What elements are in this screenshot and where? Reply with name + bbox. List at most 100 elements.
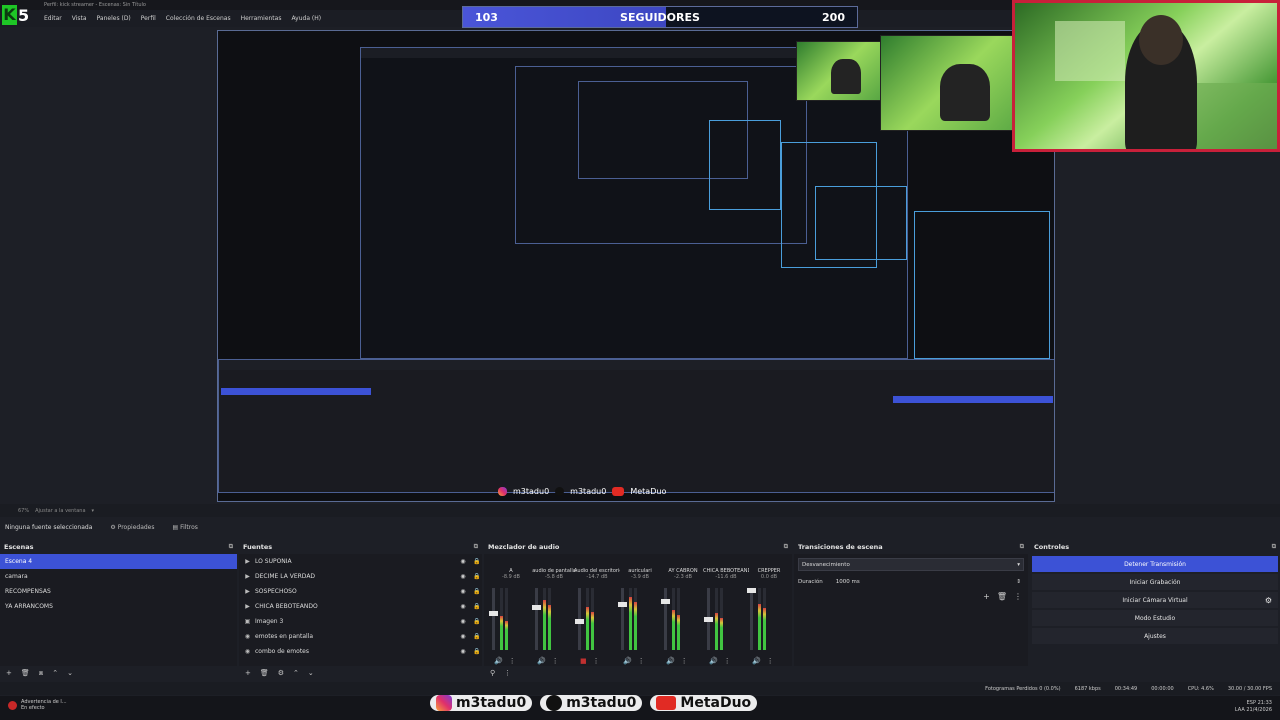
lock-icon[interactable]: 🔒 — [472, 558, 482, 565]
lock-icon[interactable]: 🔒 — [472, 633, 482, 640]
browser-icon: ◉ — [244, 633, 251, 640]
scene-item[interactable]: RECOMPENSAS — [0, 584, 237, 599]
menu-herramientas[interactable]: Herramientas — [241, 15, 282, 22]
virtual-camera-button[interactable]: Iniciar Cámara Virtual ⚙ — [1032, 592, 1278, 608]
volume-icon[interactable]: ■ — [580, 657, 587, 665]
add-transition-icon[interactable]: + — [983, 592, 990, 601]
menu-paneles[interactable]: Paneles (D) — [97, 15, 131, 22]
lock-icon[interactable]: 🔒 — [472, 618, 482, 625]
studio-mode-button[interactable]: Modo Estudio — [1032, 610, 1278, 626]
lock-icon[interactable]: 🔒 — [472, 588, 482, 595]
scene-item[interactable]: YA ARRANCOMS — [0, 599, 237, 614]
channel-menu-icon[interactable]: ⋮ — [724, 657, 731, 665]
volume-fader[interactable] — [489, 588, 498, 650]
volume-fader[interactable] — [661, 588, 670, 650]
mixer-channel: auriculari -3.9 dB 🔊 ⋮ — [617, 568, 663, 678]
volume-fader[interactable] — [704, 588, 713, 650]
source-item[interactable]: ▣ Imagen 3 ◉ 🔒 — [239, 614, 482, 629]
menu-coleccion[interactable]: Colección de Escenas — [166, 15, 231, 22]
zoom-label[interactable]: Ajustar a la ventana — [35, 508, 85, 514]
transition-type-select[interactable]: Desvanecimiento ▾ — [798, 558, 1024, 571]
source-settings-icon[interactable]: ⚙ — [278, 669, 284, 677]
system-tray[interactable]: ESP 21:33 LAA 21/4/2026 — [1235, 700, 1272, 714]
status-bar: Fotogramas Perdidos 0 (0.0%) 6187 kbps 0… — [0, 682, 1280, 695]
instagram-handle: m3tadu0 — [430, 695, 533, 711]
remove-scene-icon[interactable]: 🗑 — [21, 669, 30, 677]
mixer-channel: A -8.9 dB 🔊 ⋮ — [488, 568, 534, 678]
eye-icon[interactable]: ◉ — [458, 648, 468, 655]
filters-button[interactable]: ▤ Filtros — [173, 524, 198, 531]
gear-icon[interactable]: ⚙ — [1265, 596, 1272, 605]
menu-ayuda[interactable]: Ayuda (H) — [291, 15, 321, 22]
mixer-link-icon[interactable]: ⚲ — [490, 669, 495, 677]
lock-icon[interactable]: 🔒 — [472, 648, 482, 655]
volume-icon[interactable]: 🔊 — [709, 657, 718, 665]
eye-icon[interactable]: ◉ — [458, 603, 468, 610]
menu-editar[interactable]: Editar — [44, 15, 62, 22]
add-scene-icon[interactable]: + — [6, 669, 12, 677]
add-source-icon[interactable]: + — [245, 669, 251, 677]
preview-canvas[interactable]: m3tadu0 m3tadu0 MetaDuo — [217, 30, 1055, 502]
scene-item[interactable]: camara — [0, 569, 237, 584]
follower-label: SEGUIDORES — [620, 10, 700, 24]
eye-icon[interactable]: ◉ — [458, 618, 468, 625]
eye-icon[interactable]: ◉ — [458, 588, 468, 595]
source-item[interactable]: ▶ DECIME LA VERDAD ◉ 🔒 — [239, 569, 482, 584]
settings-button[interactable]: Ajustes — [1032, 628, 1278, 644]
chevron-down-icon[interactable]: ▾ — [92, 508, 95, 514]
channel-menu-icon[interactable]: ⋮ — [593, 657, 600, 665]
channel-menu-icon[interactable]: ⋮ — [638, 657, 645, 665]
volume-icon[interactable]: 🔊 — [494, 657, 503, 665]
volume-icon[interactable]: 🔊 — [666, 657, 675, 665]
channel-menu-icon[interactable]: ⋮ — [767, 657, 774, 665]
dock-options-icon[interactable]: ⧉ — [229, 543, 233, 551]
dock-options-icon[interactable]: ⧉ — [474, 543, 478, 551]
source-item[interactable]: ◉ combo de emotes ◉ 🔒 — [239, 644, 482, 659]
volume-fader[interactable] — [532, 588, 541, 650]
eye-icon[interactable]: ◉ — [458, 573, 468, 580]
volume-fader[interactable] — [618, 588, 627, 650]
eye-icon[interactable]: ◉ — [458, 633, 468, 640]
move-down-icon[interactable]: ⌄ — [308, 669, 314, 677]
channel-menu-icon[interactable]: ⋮ — [552, 657, 559, 665]
scene-item[interactable]: Escena 4 — [0, 554, 237, 569]
lock-icon[interactable]: 🔒 — [472, 603, 482, 610]
channel-menu-icon[interactable]: ⋮ — [681, 657, 688, 665]
dock-options-icon[interactable]: ⧉ — [1272, 543, 1276, 551]
sources-list: ▶ LO SUPONIA ◉ 🔒 ▶ DECIME LA VERDAD ◉ 🔒 ▶ SOSPECH… — [239, 554, 482, 666]
mixer-menu-icon[interactable]: ⋮ — [504, 669, 511, 677]
zoom-value[interactable]: 67% — [18, 508, 29, 514]
stepper-icon[interactable]: ⇕ — [1016, 579, 1021, 585]
dock-options-icon[interactable]: ⧉ — [784, 543, 788, 551]
dock-options-icon[interactable]: ⧉ — [1020, 543, 1024, 551]
source-item[interactable]: ▶ CHICA BEBOTEANDO ◉ 🔒 — [239, 599, 482, 614]
volume-fader[interactable] — [575, 588, 584, 650]
duration-input[interactable]: 1000 ms ⇕ — [833, 575, 1024, 588]
folder-icon: ▶ — [245, 573, 250, 580]
mixer-channel: audio de pantalla -5.8 dB 🔊 ⋮ — [531, 568, 577, 678]
bitrate: 6187 kbps — [1074, 685, 1101, 692]
taskbar-app[interactable]: Advertencia de l... En efecto — [8, 699, 67, 711]
properties-button[interactable]: ⚙ Propiedades — [110, 524, 154, 531]
stop-stream-button[interactable]: Detener Transmisión — [1032, 556, 1278, 572]
volume-icon[interactable]: 🔊 — [623, 657, 632, 665]
source-item[interactable]: ▶ SOSPECHOSO ◉ 🔒 — [239, 584, 482, 599]
source-item[interactable]: ▶ LO SUPONIA ◉ 🔒 — [239, 554, 482, 569]
scene-filter-icon[interactable]: ⧈ — [39, 669, 43, 678]
move-up-icon[interactable]: ⌃ — [52, 669, 58, 677]
volume-icon[interactable]: 🔊 — [752, 657, 761, 665]
source-item[interactable]: ◉ emotes en pantalla ◉ 🔒 — [239, 629, 482, 644]
remove-transition-icon[interactable]: 🗑 — [997, 592, 1007, 601]
start-recording-button[interactable]: Iniciar Grabación — [1032, 574, 1278, 590]
menu-vista[interactable]: Vista — [72, 15, 87, 22]
transition-menu-icon[interactable]: ⋮ — [1014, 592, 1022, 601]
lock-icon[interactable]: 🔒 — [472, 573, 482, 580]
remove-source-icon[interactable]: 🗑 — [260, 669, 269, 677]
menu-perfil[interactable]: Perfil — [141, 15, 156, 22]
eye-icon[interactable]: ◉ — [458, 558, 468, 565]
channel-menu-icon[interactable]: ⋮ — [509, 657, 516, 665]
volume-fader[interactable] — [747, 588, 756, 650]
move-up-icon[interactable]: ⌃ — [293, 669, 299, 677]
volume-icon[interactable]: 🔊 — [537, 657, 546, 665]
move-down-icon[interactable]: ⌄ — [67, 669, 73, 677]
